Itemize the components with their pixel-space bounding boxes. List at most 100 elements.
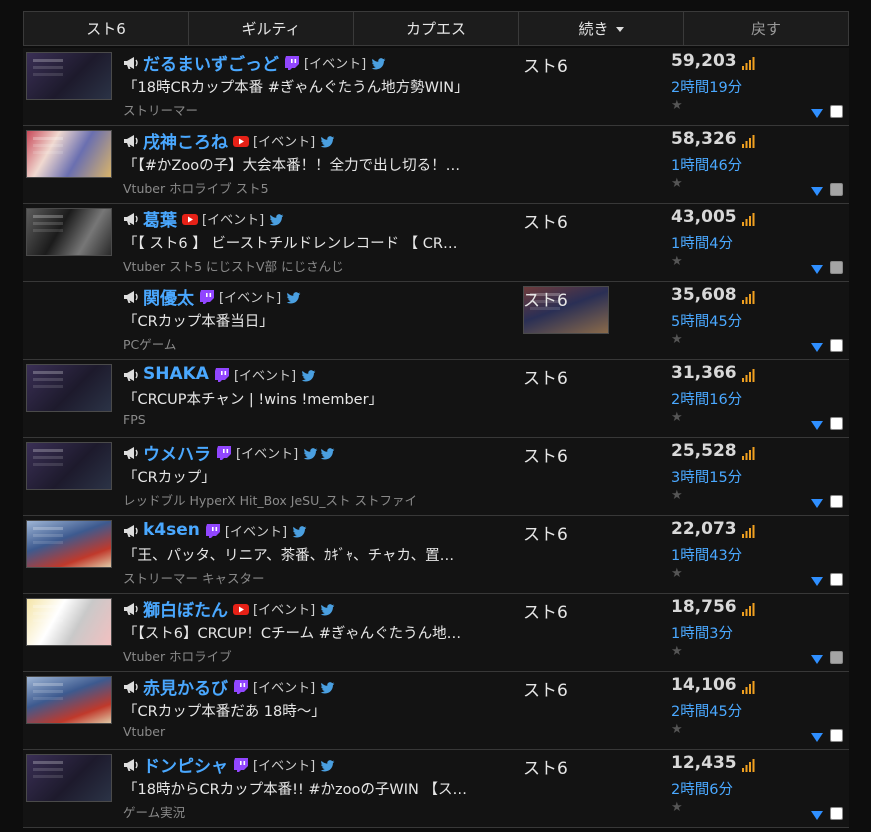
expand-triangle-icon[interactable] bbox=[811, 187, 823, 196]
streamer-name[interactable]: 赤見かるび bbox=[143, 674, 228, 699]
stream-title[interactable]: 「CRカップ本番当日」 bbox=[123, 310, 493, 331]
twitter-icon[interactable] bbox=[320, 758, 335, 772]
stream-thumbnail[interactable] bbox=[26, 364, 112, 412]
streamer-name[interactable]: 関優太 bbox=[143, 284, 194, 309]
expand-triangle-icon[interactable] bbox=[811, 733, 823, 742]
stream-row[interactable]: ドンピシャ [イベント] 「18時からCRカップ本番!! #かzooの子WIN 【ス… bbox=[23, 750, 849, 828]
row-checkbox[interactable] bbox=[830, 729, 843, 742]
star-icon[interactable]: ★ bbox=[671, 410, 683, 425]
expand-triangle-icon[interactable] bbox=[811, 577, 823, 586]
star-icon[interactable]: ★ bbox=[671, 644, 683, 659]
star-icon[interactable]: ★ bbox=[671, 566, 683, 581]
stream-row[interactable]: SHAKA [イベント] 「CRCUP本チャン | !wins !member」 FP… bbox=[23, 360, 849, 438]
star-icon[interactable]: ★ bbox=[671, 800, 683, 815]
stream-title[interactable]: 「CRカップ」 bbox=[123, 466, 493, 487]
youtube-icon[interactable] bbox=[233, 133, 249, 147]
twitter-icon[interactable] bbox=[303, 446, 318, 460]
row-checkbox[interactable] bbox=[830, 573, 843, 586]
stream-title[interactable]: 「CRカップ本番だあ 18時～」 bbox=[123, 700, 493, 721]
megaphone-icon[interactable] bbox=[123, 523, 139, 537]
megaphone-icon[interactable] bbox=[123, 133, 139, 147]
twitch-icon[interactable] bbox=[214, 367, 230, 382]
twitch-icon[interactable] bbox=[233, 757, 249, 772]
expand-triangle-icon[interactable] bbox=[811, 265, 823, 274]
streamer-name[interactable]: 獅白ぼたん bbox=[143, 596, 228, 621]
twitter-icon[interactable] bbox=[371, 56, 386, 70]
expand-triangle-icon[interactable] bbox=[811, 109, 823, 118]
megaphone-icon[interactable] bbox=[123, 757, 139, 771]
tab-sf6[interactable]: スト6 bbox=[24, 12, 189, 45]
star-icon[interactable]: ★ bbox=[671, 722, 683, 737]
twitter-icon[interactable] bbox=[320, 602, 335, 616]
stream-thumbnail[interactable] bbox=[26, 676, 112, 724]
expand-triangle-icon[interactable] bbox=[811, 421, 823, 430]
twitter-icon[interactable] bbox=[320, 680, 335, 694]
youtube-icon[interactable] bbox=[182, 211, 198, 225]
streamer-name[interactable]: だるまいずごっど bbox=[143, 50, 279, 75]
twitter-icon[interactable] bbox=[320, 446, 335, 460]
expand-triangle-icon[interactable] bbox=[811, 343, 823, 352]
star-icon[interactable]: ★ bbox=[671, 98, 683, 113]
stream-title[interactable]: 「王、パッタ、リニア、茶番、ｶｷﾞｬ、チャカ、置… bbox=[123, 544, 493, 565]
stream-thumbnail[interactable] bbox=[26, 130, 112, 178]
row-checkbox[interactable] bbox=[830, 339, 843, 352]
star-icon[interactable]: ★ bbox=[671, 254, 683, 269]
megaphone-icon[interactable] bbox=[123, 445, 139, 459]
stream-row[interactable]: だるまいずごっど [イベント] 「18時CRカップ本番 #ぎゃんぐたうん地方勢WIN… bbox=[23, 48, 849, 126]
twitter-icon[interactable] bbox=[286, 290, 301, 304]
megaphone-icon[interactable] bbox=[123, 289, 139, 303]
stream-title[interactable]: 「18時からCRカップ本番!! #かzooの子WIN 【ス… bbox=[123, 778, 493, 799]
expand-triangle-icon[interactable] bbox=[811, 811, 823, 820]
star-icon[interactable]: ★ bbox=[671, 332, 683, 347]
stream-thumbnail[interactable] bbox=[26, 208, 112, 256]
twitch-icon[interactable] bbox=[205, 523, 221, 538]
youtube-icon[interactable] bbox=[233, 601, 249, 615]
twitter-icon[interactable] bbox=[301, 368, 316, 382]
stream-row[interactable]: k4sen [イベント] 「王、パッタ、リニア、茶番、ｶｷﾞｬ、チャカ、置… ストリー… bbox=[23, 516, 849, 594]
row-checkbox[interactable] bbox=[830, 807, 843, 820]
twitter-icon[interactable] bbox=[292, 524, 307, 538]
stream-thumbnail[interactable] bbox=[26, 598, 112, 646]
tab-reset[interactable]: 戻す bbox=[684, 12, 848, 45]
stream-thumbnail[interactable] bbox=[26, 52, 112, 100]
expand-triangle-icon[interactable] bbox=[811, 655, 823, 664]
stream-row[interactable]: 戌神ころね [イベント] 「【#かZooの子】大会本番！！全力で出し切る！… Vtub… bbox=[23, 126, 849, 204]
stream-row[interactable]: 獅白ぼたん [イベント] 「【スト6】CRCUP！Cチーム #ぎゃんぐたうん地… Vt… bbox=[23, 594, 849, 672]
megaphone-icon[interactable] bbox=[123, 601, 139, 615]
twitch-icon[interactable] bbox=[216, 445, 232, 460]
row-checkbox[interactable] bbox=[830, 261, 843, 274]
streamer-name[interactable]: k4sen bbox=[143, 520, 200, 540]
stream-thumbnail[interactable] bbox=[26, 754, 112, 802]
streamer-name[interactable]: ドンピシャ bbox=[143, 752, 228, 777]
megaphone-icon[interactable] bbox=[123, 211, 139, 225]
stream-thumbnail[interactable] bbox=[26, 442, 112, 490]
tab-more-dropdown[interactable]: 続き bbox=[519, 12, 684, 45]
star-icon[interactable]: ★ bbox=[671, 176, 683, 191]
twitter-icon[interactable] bbox=[320, 134, 335, 148]
twitter-icon[interactable] bbox=[269, 212, 284, 226]
twitch-icon[interactable] bbox=[284, 55, 300, 70]
megaphone-icon[interactable] bbox=[123, 55, 139, 69]
streamer-name[interactable]: 戌神ころね bbox=[143, 128, 228, 153]
row-checkbox[interactable] bbox=[830, 105, 843, 118]
streamer-name[interactable]: 葛葉 bbox=[143, 206, 177, 231]
expand-triangle-icon[interactable] bbox=[811, 499, 823, 508]
stream-title[interactable]: 「18時CRカップ本番 #ぎゃんぐたうん地方勢WIN」 bbox=[123, 76, 493, 97]
megaphone-icon[interactable] bbox=[123, 679, 139, 693]
stream-title[interactable]: 「【#かZooの子】大会本番！！全力で出し切る！… bbox=[123, 154, 493, 175]
stream-row[interactable]: 赤見かるび [イベント] 「CRカップ本番だあ 18時～」 Vtuber スト6 14,1… bbox=[23, 672, 849, 750]
streamer-name[interactable]: SHAKA bbox=[143, 364, 209, 384]
stream-thumbnail[interactable] bbox=[26, 520, 112, 568]
stream-title[interactable]: 「CRCUP本チャン | !wins !member」 bbox=[123, 388, 493, 409]
tab-guilty[interactable]: ギルティ bbox=[189, 12, 354, 45]
stream-title[interactable]: 「【 スト6 】 ビーストチルドレンレコード 【 CR… bbox=[123, 232, 493, 253]
row-checkbox[interactable] bbox=[830, 417, 843, 430]
twitch-icon[interactable] bbox=[233, 679, 249, 694]
row-checkbox[interactable] bbox=[830, 651, 843, 664]
stream-row[interactable]: ウメハラ [イベント] 「CRカップ」 レッドブル HyperX Hit_Box Je… bbox=[23, 438, 849, 516]
stream-row[interactable]: 葛葉 [イベント] 「【 スト6 】 ビーストチルドレンレコード 【 CR… Vtub… bbox=[23, 204, 849, 282]
twitch-icon[interactable] bbox=[199, 289, 215, 304]
star-icon[interactable]: ★ bbox=[671, 488, 683, 503]
stream-title[interactable]: 「【スト6】CRCUP！Cチーム #ぎゃんぐたうん地… bbox=[123, 622, 493, 643]
row-checkbox[interactable] bbox=[830, 183, 843, 196]
